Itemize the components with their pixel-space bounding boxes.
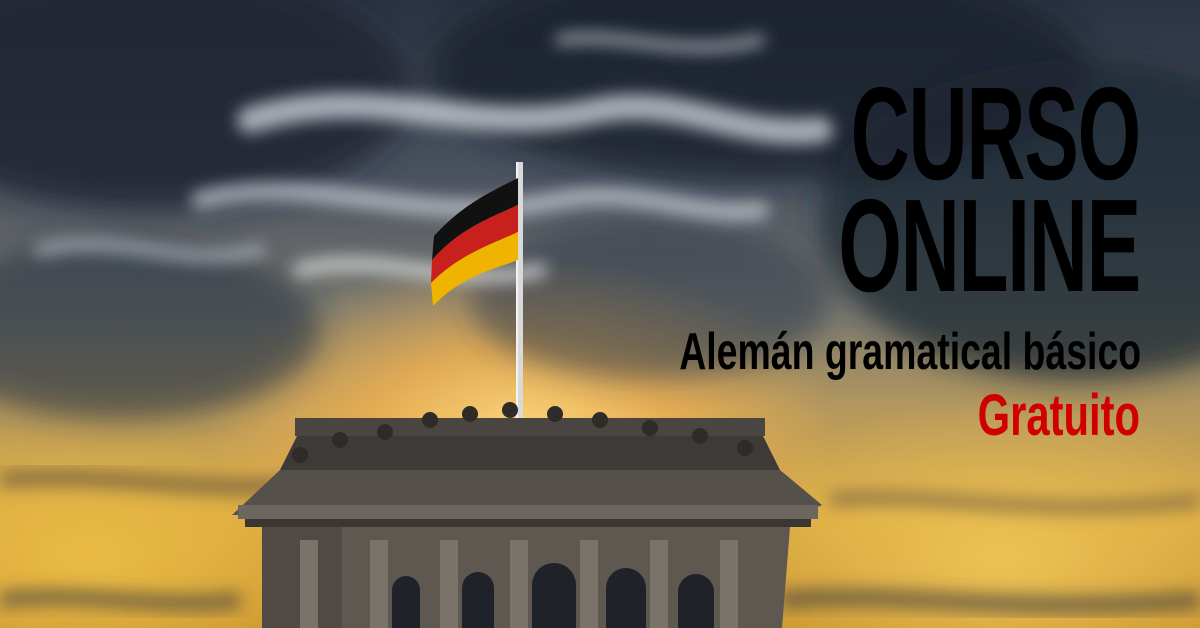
course-subtitle: Alemán gramatical básico — [679, 323, 1142, 381]
course-headline: CURSO ONLINE Alemán gramatical básico Gr… — [500, 68, 1142, 448]
headline-online: ONLINE — [838, 172, 1141, 319]
course-banner: CURSO ONLINE Alemán gramatical básico Gr… — [0, 0, 1200, 628]
free-label: Gratuito — [977, 383, 1140, 448]
